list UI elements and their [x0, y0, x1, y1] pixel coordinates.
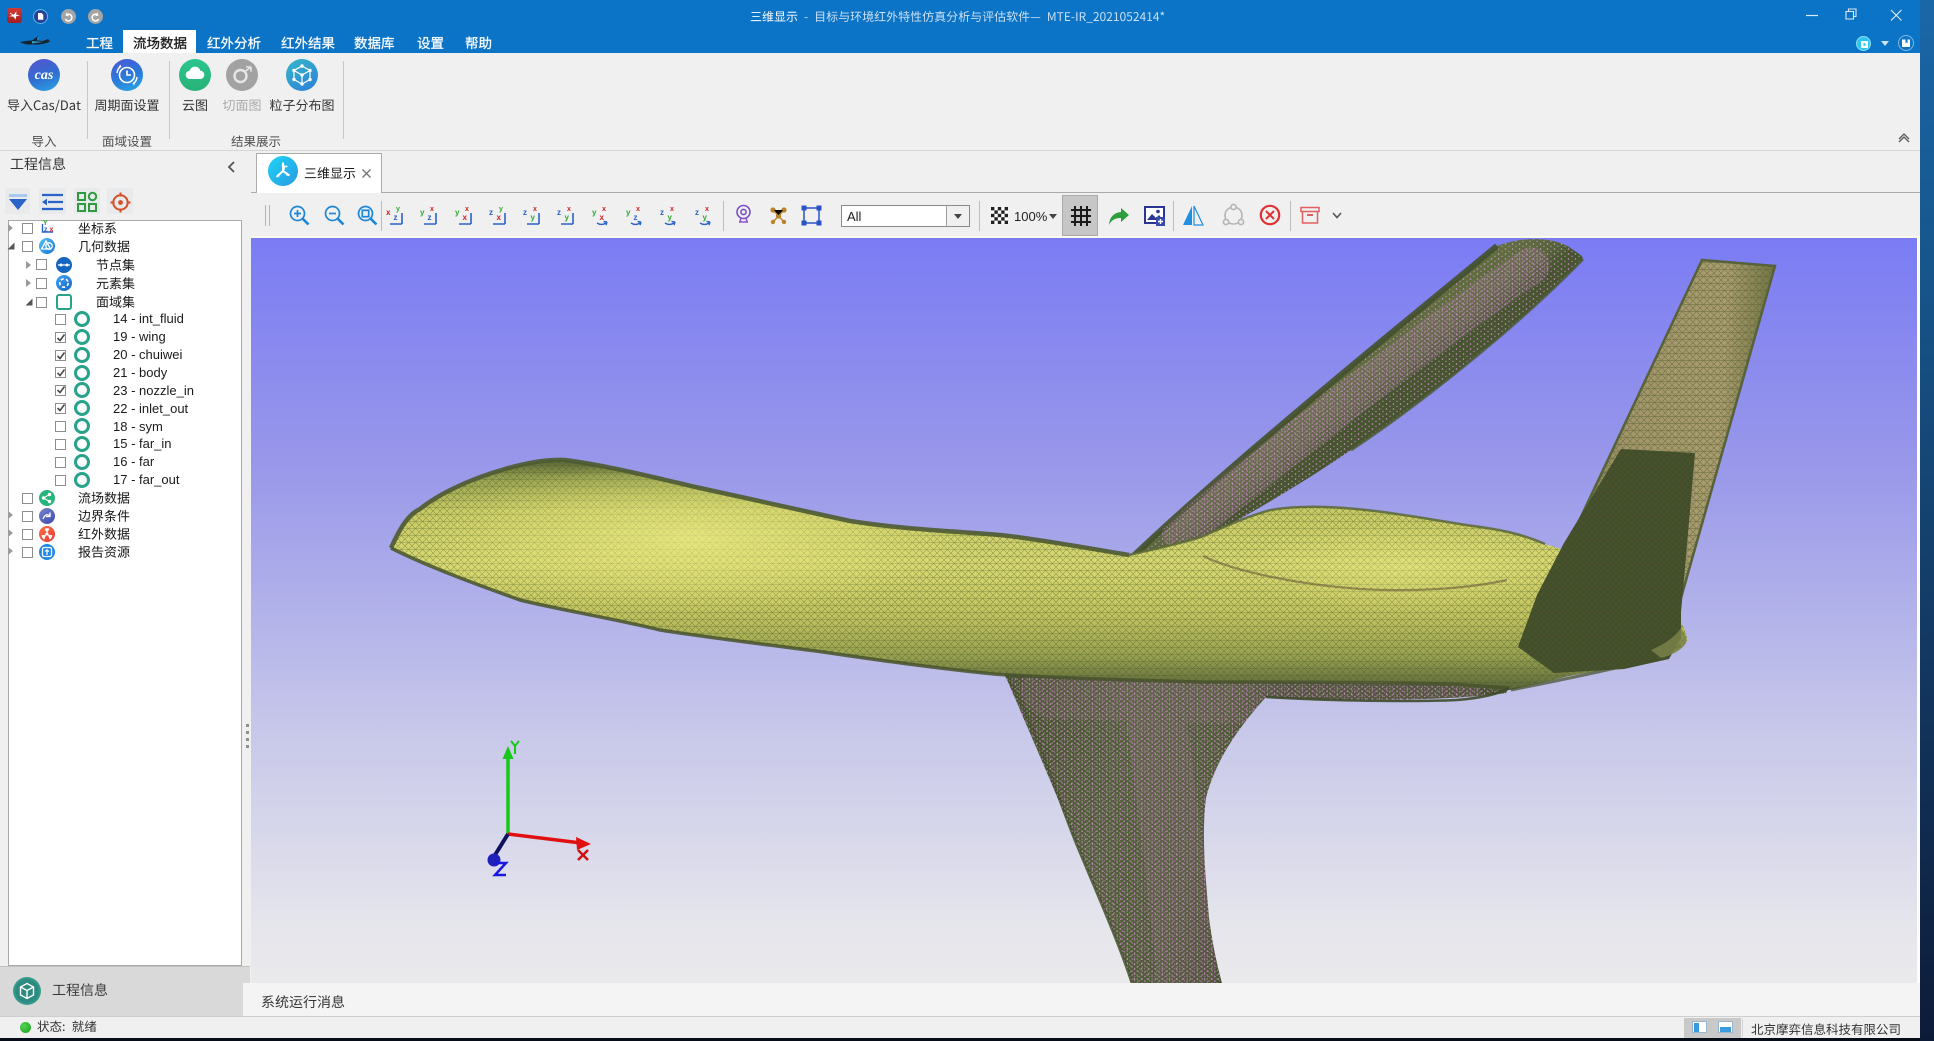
svg-text:x: x [386, 208, 391, 217]
svg-text:z: z [695, 208, 699, 217]
svg-text:x: x [705, 206, 709, 213]
svg-text:z: z [634, 213, 638, 222]
svg-text:x: x [465, 206, 469, 213]
svg-text:y: y [668, 213, 673, 222]
svg-text:y: y [420, 208, 425, 217]
svg-text:z: z [523, 208, 527, 217]
svg-text:y: y [455, 208, 460, 217]
svg-text:x: x [497, 213, 502, 222]
svg-text:x: x [50, 227, 54, 234]
svg-text:y: y [565, 213, 570, 222]
svg-text:x: x [430, 206, 434, 213]
svg-text:z: z [557, 208, 561, 217]
svg-text:x: x [670, 206, 674, 213]
svg-text:z: z [660, 208, 664, 217]
svg-text:y: y [592, 208, 597, 217]
svg-text:y: y [626, 208, 631, 217]
svg-text:z: z [394, 213, 398, 222]
svg-text:x: x [463, 213, 468, 222]
svg-text:z: z [489, 208, 493, 217]
svg-text:y: y [531, 213, 536, 222]
svg-text:z: z [44, 227, 48, 234]
svg-text:y: y [396, 206, 400, 213]
svg-text:x: x [600, 213, 605, 222]
svg-text:x: x [533, 206, 537, 213]
svg-text:x: x [602, 206, 606, 213]
svg-text:y: y [703, 213, 708, 222]
svg-text:z: z [428, 213, 432, 222]
svg-text:y: y [499, 206, 503, 213]
svg-text:x: x [567, 206, 571, 213]
svg-text:x: x [636, 206, 640, 213]
